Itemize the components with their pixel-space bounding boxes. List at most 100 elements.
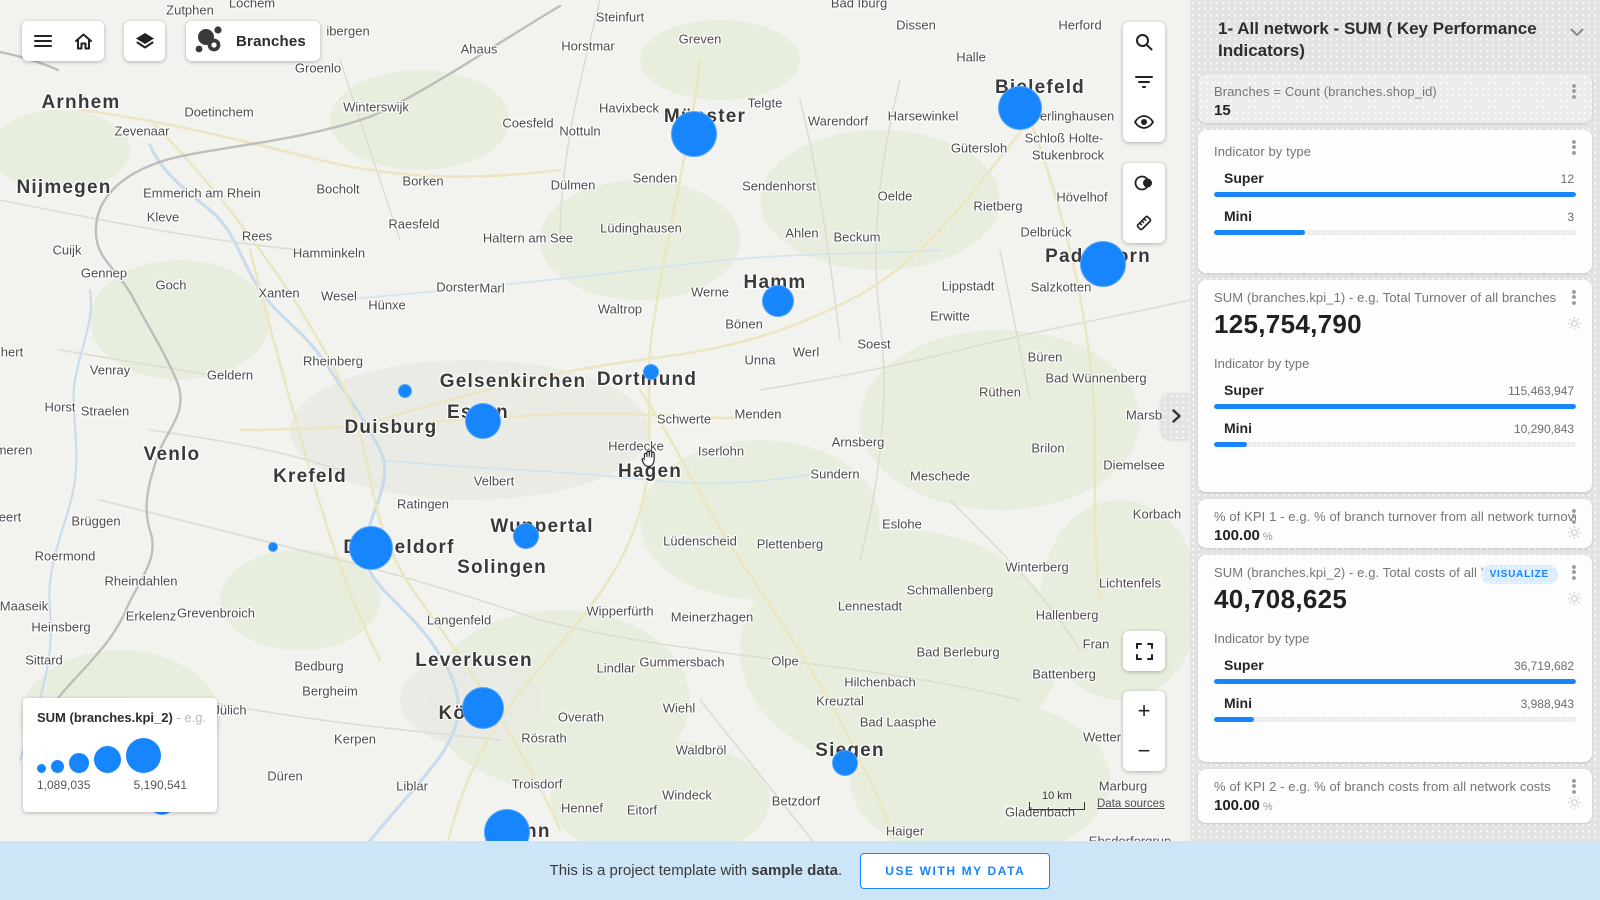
layer-selector[interactable]: Branches xyxy=(186,21,320,61)
app-window: ArnhemNijmegenVenloDuisburgEssenGelsenki… xyxy=(0,0,1600,900)
indicator-row[interactable]: Super36,719,682 xyxy=(1214,657,1576,684)
legend-size-dot xyxy=(37,764,46,773)
widget-kpi1-sum: SUM (branches.kpi_1) - e.g. Total Turnov… xyxy=(1198,280,1592,492)
eye-icon xyxy=(1134,115,1154,129)
indicator-row[interactable]: Super12 xyxy=(1214,170,1576,197)
gear-icon xyxy=(1567,795,1582,810)
widget-value: 100.00% xyxy=(1214,527,1576,544)
widget-kpi2-percent: % of KPI 2 - e.g. % of branch costs from… xyxy=(1198,769,1592,823)
branch-bubble[interactable] xyxy=(643,364,659,380)
sidebar-title: 1- All network - SUM ( Key Performance I… xyxy=(1218,18,1560,62)
ruler-icon xyxy=(1135,214,1153,232)
gear-icon xyxy=(1567,316,1582,331)
widget-value: 100.00% xyxy=(1214,797,1576,814)
map-zoom-controls: + − xyxy=(1123,691,1165,771)
branch-bubble[interactable] xyxy=(462,687,504,729)
legend-max-value: 5,190,541 xyxy=(134,778,187,792)
widget-count-indicator: Indicator by type ••• Super12 Mini3 xyxy=(1198,130,1592,273)
main-toolbar xyxy=(22,21,104,61)
widget-menu-button[interactable]: ••• xyxy=(1568,140,1580,157)
branch-bubble[interactable] xyxy=(513,523,539,549)
branch-bubble[interactable] xyxy=(465,403,501,439)
legend-card: SUM (branches.kpi_2) - e.g. 1,089,035 5,… xyxy=(23,698,217,812)
widget-kpi1-percent: % of KPI 1 - e.g. % of branch turnover f… xyxy=(1198,499,1592,548)
legend-size-dots xyxy=(37,737,217,773)
hamburger-icon xyxy=(34,34,52,48)
branch-bubble[interactable] xyxy=(398,384,412,398)
filter-icon xyxy=(1135,74,1153,90)
visibility-button[interactable] xyxy=(1123,102,1165,142)
widget-value: 125,754,790 xyxy=(1214,309,1576,340)
indicator-bar xyxy=(1214,230,1576,235)
branches-cluster-icon xyxy=(192,24,228,58)
indicator-row[interactable]: Mini3,988,943 xyxy=(1214,695,1576,722)
widget-menu-button[interactable]: ••• xyxy=(1568,779,1580,796)
branch-bubble[interactable] xyxy=(349,526,393,570)
legend-min-value: 1,089,035 xyxy=(37,778,90,792)
map-scale: 10 km xyxy=(1029,790,1085,810)
legend-size-dot xyxy=(126,738,161,773)
widget-menu-button[interactable]: ••• xyxy=(1568,565,1580,582)
widget-value: 40,708,625 xyxy=(1214,584,1576,615)
template-banner-text: This is a project template with sample d… xyxy=(550,862,843,879)
map-tools-top xyxy=(1123,22,1165,142)
widget-title: Indicator by type xyxy=(1214,144,1576,159)
sidebar-header: 1- All network - SUM ( Key Performance I… xyxy=(1190,0,1600,74)
zoom-out-button[interactable]: − xyxy=(1123,731,1165,771)
indicator-bar xyxy=(1214,679,1576,684)
basemap-toggle-button[interactable] xyxy=(1123,163,1165,203)
map-scale-bracket xyxy=(1029,802,1085,810)
map-scale-label: 10 km xyxy=(1029,790,1085,802)
fullscreen-button[interactable] xyxy=(1123,631,1165,671)
layers-button[interactable] xyxy=(124,21,165,61)
widget-title: Branches = Count (branches.shop_id) xyxy=(1214,84,1576,99)
search-button[interactable] xyxy=(1123,22,1165,62)
layer-selector-label: Branches xyxy=(236,33,306,50)
home-button[interactable] xyxy=(63,21,104,61)
widget-title: % of KPI 1 - e.g. % of branch turnover f… xyxy=(1214,509,1576,524)
branch-bubble[interactable] xyxy=(762,285,794,317)
widget-menu-button[interactable]: ••• xyxy=(1568,290,1580,307)
map-tools-fullscreen xyxy=(1123,631,1165,671)
indicator-row[interactable]: Super115,463,947 xyxy=(1214,382,1576,409)
indicator-row[interactable]: Mini10,290,843 xyxy=(1214,420,1576,447)
home-icon xyxy=(74,33,93,50)
branch-bubble[interactable] xyxy=(671,111,717,157)
minus-icon: − xyxy=(1138,740,1151,762)
use-with-my-data-button[interactable]: USE WITH MY DATA xyxy=(860,853,1050,889)
sidebar-collapse-tab[interactable] xyxy=(1162,393,1190,439)
fullscreen-icon xyxy=(1136,643,1153,660)
search-icon xyxy=(1135,33,1153,51)
filter-button[interactable] xyxy=(1123,62,1165,102)
menu-button[interactable] xyxy=(22,21,63,61)
branch-bubble[interactable] xyxy=(1080,241,1126,287)
visualize-badge[interactable]: VISUALIZE xyxy=(1481,565,1558,584)
map-tools-mid xyxy=(1123,163,1165,243)
widget-branches-count: Branches = Count (branches.shop_id) 15 •… xyxy=(1198,74,1592,123)
indicator-bar xyxy=(1214,717,1576,722)
measure-button[interactable] xyxy=(1123,203,1165,243)
contrast-toggle-icon xyxy=(1134,175,1154,191)
widget-menu-button[interactable]: ••• xyxy=(1568,84,1580,101)
branch-bubble[interactable] xyxy=(268,542,278,552)
widget-value: 15 xyxy=(1214,102,1576,119)
zoom-in-button[interactable]: + xyxy=(1123,691,1165,731)
plus-icon: + xyxy=(1138,700,1151,722)
widget-menu-button[interactable]: ••• xyxy=(1568,509,1580,526)
layers-icon xyxy=(135,32,155,50)
sidebar-collapse-button[interactable] xyxy=(1570,28,1584,37)
indicator-bar xyxy=(1214,192,1576,197)
indicator-bar xyxy=(1214,442,1576,447)
legend-range: 1,089,035 5,190,541 xyxy=(37,778,187,792)
chevron-down-icon xyxy=(1570,28,1584,37)
map-canvas[interactable]: ArnhemNijmegenVenloDuisburgEssenGelsenki… xyxy=(0,0,1190,900)
legend-size-dot xyxy=(94,746,121,773)
chevron-right-icon xyxy=(1172,409,1181,423)
data-sources-link[interactable]: Data sources xyxy=(1097,798,1165,810)
indicator-row[interactable]: Mini3 xyxy=(1214,208,1576,235)
widget-kpi2-sum: SUM (branches.kpi_2) - e.g. Total costs … xyxy=(1198,555,1592,762)
layers-toolbar xyxy=(124,21,165,61)
branch-bubble[interactable] xyxy=(832,750,858,776)
branch-bubble[interactable] xyxy=(998,86,1042,130)
gear-icon xyxy=(1567,525,1582,540)
